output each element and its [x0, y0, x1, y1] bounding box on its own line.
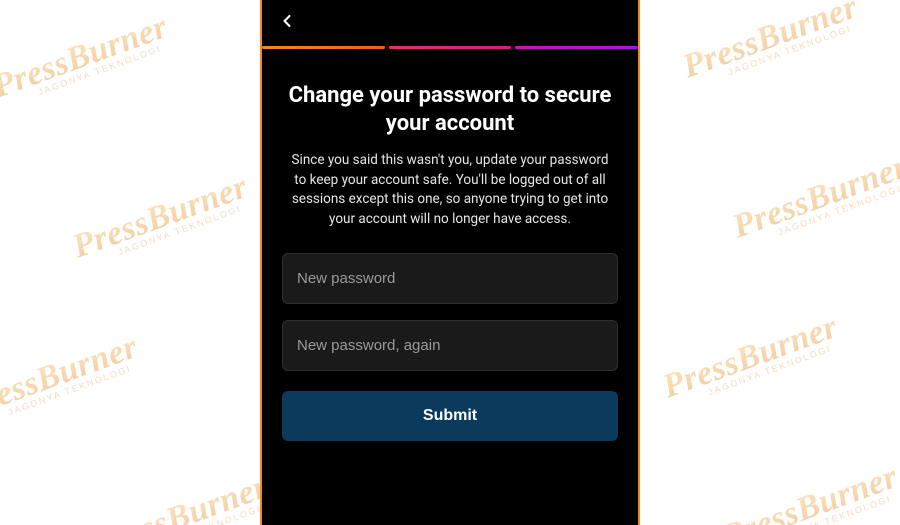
watermark-text: PressBurner	[68, 168, 253, 265]
watermark-tagline: JAGONYA TEKNOLOGI	[689, 20, 864, 91]
watermark-text: PressBurner	[0, 8, 173, 105]
watermark-text: PressBurner	[88, 468, 273, 525]
submit-button[interactable]: Submit	[282, 391, 618, 441]
watermark-tagline: JAGONYA TEKNOLOGI	[739, 180, 900, 251]
back-button[interactable]	[270, 6, 304, 40]
progress-segment-1	[262, 46, 385, 49]
chevron-left-icon	[277, 11, 297, 35]
page-title: Change your password to secure your acco…	[282, 82, 618, 137]
app-screen: Change your password to secure your acco…	[260, 0, 640, 525]
watermark-tagline: JAGONYA TEKNOLOGI	[729, 490, 900, 525]
page-description: Since you said this wasn't you, update y…	[285, 151, 615, 229]
watermark-tagline: JAGONYA TEKNOLOGI	[79, 200, 254, 271]
watermark-tagline: JAGONYA TEKNOLOGI	[99, 500, 274, 525]
watermark-tagline: JAGONYA TEKNOLOGI	[0, 360, 145, 431]
watermark-text: PressBurner	[678, 0, 863, 85]
progress-segment-2	[389, 46, 512, 49]
content-area: Change your password to secure your acco…	[262, 52, 638, 525]
watermark-text: PressBurner	[718, 458, 900, 525]
watermark-tagline: JAGONYA TEKNOLOGI	[669, 340, 844, 411]
watermark-tagline: JAGONYA TEKNOLOGI	[0, 40, 175, 111]
watermark-text: PressBurner	[728, 148, 900, 245]
watermark-text: PressBurner	[658, 308, 843, 405]
top-bar	[262, 0, 638, 46]
watermark-text: PressBurner	[0, 328, 143, 425]
new-password-again-input[interactable]	[282, 320, 618, 371]
new-password-input[interactable]	[282, 253, 618, 304]
progress-segment-3	[515, 46, 638, 49]
